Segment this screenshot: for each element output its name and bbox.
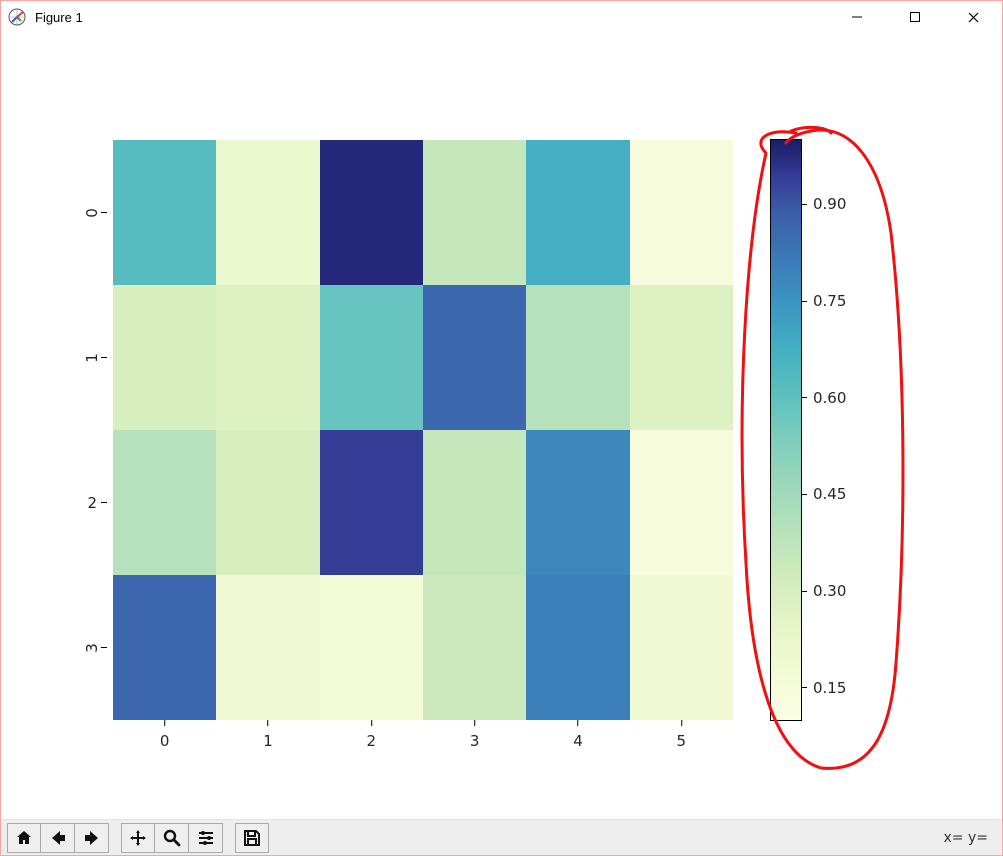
heatmap-cell xyxy=(216,575,319,720)
colorbar-tick: 0.15 xyxy=(801,679,846,697)
heatmap-cell xyxy=(113,285,216,430)
heatmap-cell xyxy=(630,575,733,720)
heatmap-cell xyxy=(423,575,526,720)
colorbar-tick: 0.75 xyxy=(801,292,846,310)
heatmap-cell xyxy=(630,140,733,285)
x-tick-label: 3 xyxy=(470,732,480,750)
heatmap-cell xyxy=(216,430,319,575)
heatmap-axes xyxy=(113,140,733,720)
heatmap-cell xyxy=(113,430,216,575)
maximize-button[interactable] xyxy=(886,1,944,33)
colorbar-tick-label: 0.75 xyxy=(813,292,846,310)
heatmap-cell xyxy=(320,140,423,285)
x-tick-label: 1 xyxy=(263,732,273,750)
colorbar-ticks: 0.15 0.30 0.45 0.60 0.75 0.90 xyxy=(801,140,871,720)
y-tick-label: 0 xyxy=(83,208,101,218)
heatmap-cell xyxy=(526,140,629,285)
window-controls xyxy=(828,1,1002,33)
heatmap-cell xyxy=(113,140,216,285)
colorbar-tick-label: 0.60 xyxy=(813,389,846,407)
back-button[interactable] xyxy=(41,823,75,853)
heatmap-cell xyxy=(630,430,733,575)
colorbar-gradient xyxy=(771,140,801,720)
y-tick-label: 3 xyxy=(83,643,101,653)
minimize-button[interactable] xyxy=(828,1,886,33)
heatmap-cell xyxy=(423,285,526,430)
cursor-coordinates: x= y= xyxy=(944,830,996,846)
heatmap-cell xyxy=(526,575,629,720)
heatmap-cell xyxy=(526,430,629,575)
heatmap-cell xyxy=(320,575,423,720)
heatmap-cell xyxy=(423,430,526,575)
heatmap-cell xyxy=(320,430,423,575)
y-tick-label: 2 xyxy=(87,494,97,512)
heatmap-cell xyxy=(216,285,319,430)
colorbar-tick-label: 0.45 xyxy=(813,485,846,503)
x-axis-ticks: 0 1 2 3 4 5 xyxy=(113,720,733,750)
heatmap-cell xyxy=(630,285,733,430)
y-tick-label: 1 xyxy=(83,353,101,363)
pan-button[interactable] xyxy=(121,823,155,853)
forward-button[interactable] xyxy=(75,823,109,853)
window-title: Figure 1 xyxy=(35,10,83,25)
titlebar: Figure 1 xyxy=(1,1,1002,33)
matplotlib-app-icon xyxy=(7,7,27,27)
colorbar-tick: 0.60 xyxy=(801,389,846,407)
heatmap-cell xyxy=(216,140,319,285)
heatmap-cell xyxy=(113,575,216,720)
colorbar-tick: 0.90 xyxy=(801,195,846,213)
colorbar-tick-label: 0.15 xyxy=(813,679,846,697)
colorbar xyxy=(771,140,801,720)
heatmap-cell xyxy=(423,140,526,285)
x-tick-label: 4 xyxy=(573,732,583,750)
x-tick-label: 5 xyxy=(677,732,687,750)
colorbar-tick: 0.30 xyxy=(801,582,846,600)
heatmap-cell xyxy=(526,285,629,430)
colorbar-tick: 0.45 xyxy=(801,485,846,503)
matplotlib-toolbar: x= y= xyxy=(1,819,1002,855)
colorbar-tick-label: 0.90 xyxy=(813,195,846,213)
home-button[interactable] xyxy=(7,823,41,853)
heatmap-grid xyxy=(113,140,733,720)
figure-canvas[interactable]: 0 1 2 3 0 1 2 3 4 5 0.15 0.30 0.45 0.60 0.75… xyxy=(1,33,1002,819)
colorbar-tick-label: 0.30 xyxy=(813,582,846,600)
save-button[interactable] xyxy=(235,823,269,853)
x-tick-label: 2 xyxy=(367,732,377,750)
configure-subplots-button[interactable] xyxy=(189,823,223,853)
x-tick-label: 0 xyxy=(160,732,170,750)
zoom-button[interactable] xyxy=(155,823,189,853)
close-button[interactable] xyxy=(944,1,1002,33)
y-axis-ticks: 0 1 2 3 xyxy=(75,140,107,720)
heatmap-cell xyxy=(320,285,423,430)
